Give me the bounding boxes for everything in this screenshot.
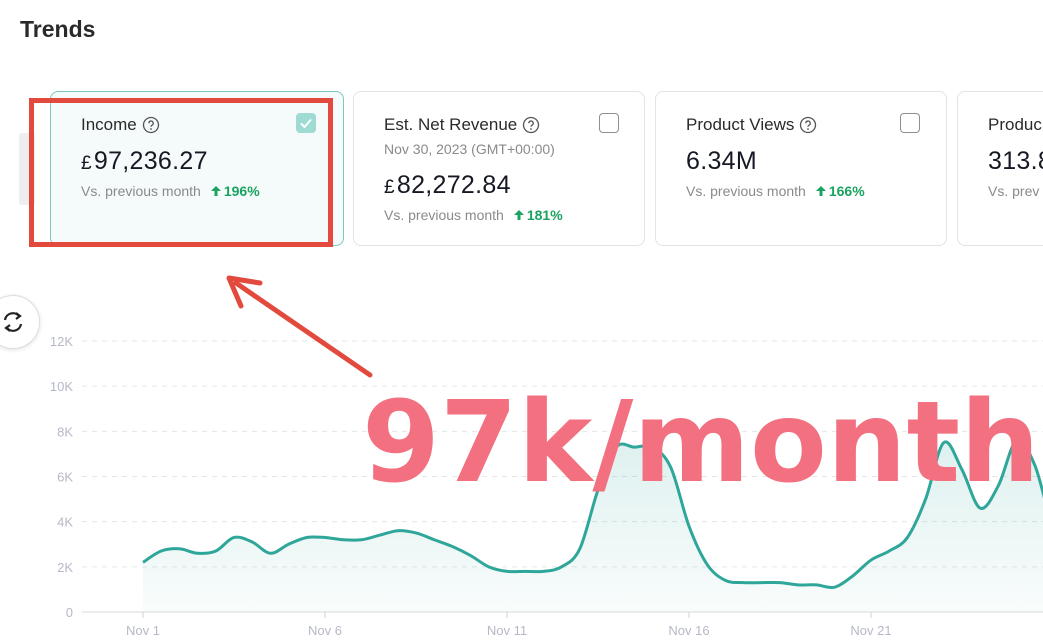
- y-tick-label: 4K: [57, 515, 73, 530]
- x-tick-label: Nov 21: [850, 623, 891, 638]
- x-tick-label: Nov 11: [487, 623, 527, 638]
- y-tick-label: 0: [66, 605, 73, 620]
- chart-x-axis: Nov 1Nov 6Nov 11Nov 16Nov 21No: [126, 612, 892, 638]
- income-trend-chart: 0 2K 4K 6K 8K 10K 12K Nov 1 Nov 6 Nov 11 Nov 16 No…: [50, 275, 1043, 638]
- annotation-text: 97k/month: [362, 378, 1040, 508]
- y-tick-label: 12K: [50, 334, 73, 349]
- y-tick-label: 8K: [57, 424, 73, 439]
- x-tick-label: Nov 16: [668, 623, 709, 638]
- y-tick-label: 10K: [50, 379, 73, 394]
- y-tick-label: 6K: [57, 470, 73, 485]
- x-tick-label: Nov 1: [126, 623, 160, 638]
- annotation-arrow: [226, 275, 373, 378]
- y-tick-label: 2K: [57, 560, 73, 575]
- x-tick-label: Nov 6: [308, 623, 342, 638]
- chart-y-axis: 0 2K 4K 6K 8K 10K 12K: [50, 334, 73, 620]
